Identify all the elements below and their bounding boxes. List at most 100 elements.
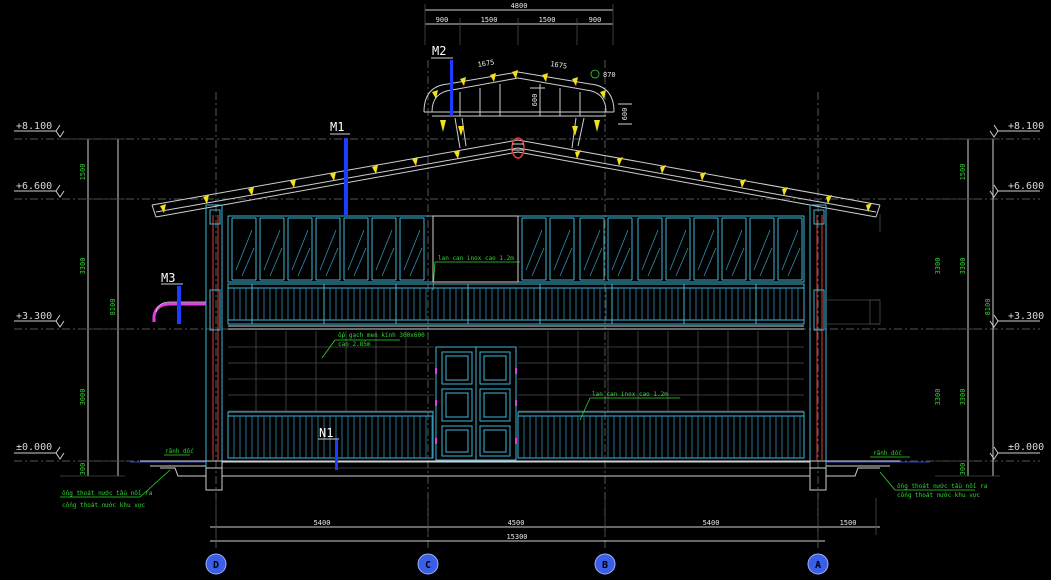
main-door	[435, 346, 517, 461]
note-pipe-right: cống thoát nước khu vực	[897, 492, 980, 499]
level-markers-left: +8.100 +6.600 +3.300 ±0.000	[14, 121, 65, 460]
drawing-line	[325, 247, 339, 277]
tag-leaders	[161, 57, 453, 470]
dim-text: 5400	[314, 519, 331, 527]
top-dimensions: 4800 900 1500 1500 900	[424, 2, 614, 45]
note-drain-right: rãnh dốc	[873, 450, 902, 457]
drawing-line	[297, 247, 311, 277]
dim-text: 1500	[79, 164, 87, 181]
drawing-line	[403, 229, 421, 271]
cad-elevation-drawing: +8.100 +6.600 +3.300 ±0.000 +8.100 +6.60	[0, 0, 1051, 580]
railing-bars	[233, 284, 799, 324]
tag-n1: N1	[319, 426, 333, 440]
dim-text: 8100	[984, 299, 992, 316]
dim-text: 15300	[506, 533, 527, 541]
dim-text: 600	[621, 108, 629, 121]
drawing-line	[669, 229, 687, 271]
tag-m3: M3	[161, 271, 175, 285]
drawing-line	[353, 247, 367, 277]
drawing-line	[697, 229, 715, 271]
vertical-dimensions-left: 1500 3300 3000 300 8100	[60, 138, 125, 477]
axis-bubble-d: D	[205, 553, 227, 575]
note-glass: lan can inox cao 1.2m	[438, 255, 514, 262]
dim-text: 4500	[508, 519, 525, 527]
level-marker: +8.100	[14, 121, 65, 138]
dim-text: 300	[79, 463, 87, 476]
dim-text: 1500	[481, 16, 498, 24]
level-marker: +6.600	[14, 181, 65, 198]
drawing-line	[731, 247, 745, 277]
drawing-line	[381, 247, 395, 277]
note-rail: lan can inox cao 1.2m	[592, 391, 668, 398]
bottom-dimensions: 5400 4500 5400 1500 15300	[210, 498, 880, 548]
drawing-line	[641, 229, 659, 271]
drawing-line	[647, 247, 661, 277]
level-lines	[14, 138, 1040, 462]
axis-label: B	[602, 560, 608, 571]
dim-text: 1675	[550, 60, 568, 71]
dim-text: 3300	[934, 258, 942, 275]
drawing-line	[263, 229, 281, 271]
dim-text: 900	[436, 16, 449, 24]
level-label: +3.300	[16, 311, 52, 322]
columns	[205, 204, 881, 491]
dim-text: 870	[603, 71, 616, 79]
level-marker: +3.300	[14, 311, 65, 328]
drawing-line	[611, 229, 629, 271]
elevation-canvas: +8.100 +6.600 +3.300 ±0.000 +8.100 +6.60	[14, 2, 1044, 575]
drawing-line	[241, 247, 255, 277]
vertical-dimensions-right: 1500 3300 3300 300 8100 3300 3300	[934, 138, 1000, 477]
note-pipe-left: ống thoát nước tầu nối ra	[62, 490, 153, 497]
dim-text: 1500	[539, 16, 556, 24]
dim-text: 900	[589, 16, 602, 24]
level-label: ±0.000	[1008, 442, 1044, 453]
drawing-line	[787, 247, 801, 277]
glass-panels	[231, 217, 803, 281]
dim-text: 3300	[79, 258, 87, 275]
foundation	[130, 460, 930, 491]
axis-bubble-a: A	[807, 553, 829, 575]
dim-text: 600	[531, 94, 539, 107]
drawing-line	[291, 229, 309, 271]
dim-text: 1500	[840, 519, 857, 527]
axis-label: C	[425, 560, 431, 571]
drawing-line	[319, 229, 337, 271]
level-label: +8.100	[16, 121, 52, 132]
dim-text: 1500	[959, 164, 967, 181]
drawing-line	[675, 247, 689, 277]
level-marker: ±0.000	[989, 442, 1044, 460]
drawing-line	[347, 229, 365, 271]
drawing-line	[589, 247, 603, 277]
level-marker: ±0.000	[14, 442, 65, 460]
level-label: +6.600	[1008, 181, 1044, 192]
drawing-line	[583, 229, 601, 271]
note-tiles: ốp gạch men kính 300x600	[338, 332, 425, 339]
roof-cupola: 1675 1675 870 600 600	[423, 58, 632, 149]
axis-label: A	[815, 560, 821, 571]
drawing-line	[725, 229, 743, 271]
note-pipe-left: cống thoát nước khu vực	[62, 502, 145, 509]
main-roof	[151, 137, 881, 218]
drawing-line	[553, 229, 571, 271]
drawing-line	[781, 229, 799, 271]
dim-text: 1675	[477, 58, 495, 69]
drawing-line	[375, 229, 393, 271]
axis-bubble-c: C	[417, 553, 439, 575]
note-tiles-height: cao 2.85m	[338, 341, 371, 348]
drawing-line	[235, 229, 253, 271]
note-drain-left: rãnh dốc	[165, 448, 194, 455]
dim-text: 300	[959, 463, 967, 476]
level-marker: +3.300	[989, 311, 1044, 328]
note-pipe-right: ống thoát nước tầu nối ra	[897, 483, 988, 490]
floor-band	[228, 325, 804, 330]
level-markers-right: +8.100 +6.600 +3.300 ±0.000	[989, 121, 1044, 460]
drawing-line	[759, 247, 773, 277]
dim-text: 4800	[511, 2, 528, 10]
level-label: +8.100	[1008, 121, 1044, 132]
tag-m1: M1	[330, 120, 344, 134]
dim-text: 3300	[959, 258, 967, 275]
level-marker: +6.600	[989, 181, 1044, 198]
dim-text: 5400	[703, 519, 720, 527]
dim-text: 3300	[959, 389, 967, 406]
drawing-line	[753, 229, 771, 271]
